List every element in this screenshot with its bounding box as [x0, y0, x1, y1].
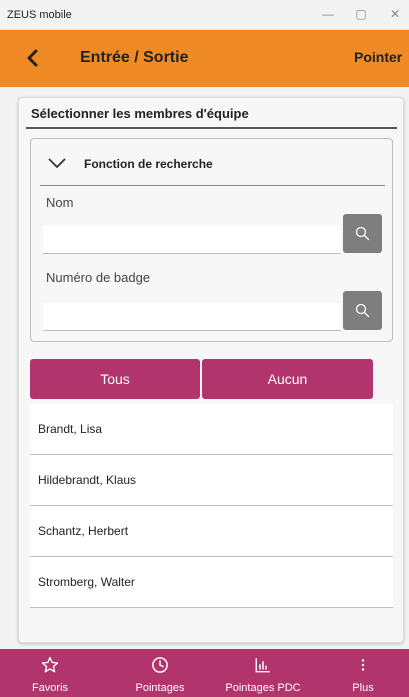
list-item[interactable]: Hildebrandt, Klaus [30, 455, 393, 506]
pointer-button[interactable]: Pointer [354, 49, 402, 65]
member-list: Brandt, Lisa Hildebrandt, Klaus Schantz,… [30, 404, 393, 608]
page-title: Entrée / Sortie [80, 49, 189, 66]
nav-pointages-label: Pointages [135, 682, 185, 694]
chevron-down-icon [48, 158, 66, 168]
nav-plus-label: Plus [352, 682, 374, 694]
badge-input[interactable] [43, 303, 341, 331]
card-title: Sélectionner les membres d'équipe [31, 106, 249, 121]
bottom-navigation: Favoris Pointages Pointages PDC Plus [0, 649, 409, 697]
clock-icon [152, 657, 168, 673]
badge-search-button[interactable] [343, 291, 382, 330]
close-button[interactable]: ✕ [384, 4, 406, 24]
nav-pointages-pdc-label: Pointages PDC [225, 682, 301, 694]
nav-favoris[interactable]: Favoris [22, 649, 78, 697]
select-none-button[interactable]: Aucun [202, 359, 373, 399]
name-label: Nom [46, 195, 74, 210]
select-all-button[interactable]: Tous [30, 359, 200, 399]
back-arrow-icon [27, 49, 38, 67]
back-button[interactable] [22, 47, 44, 69]
minimize-button[interactable]: — [317, 4, 339, 24]
app-header: Entrée / Sortie Pointer [0, 30, 409, 87]
nav-pointages-pdc[interactable]: Pointages PDC [214, 649, 312, 697]
search-divider [40, 185, 385, 186]
list-item[interactable]: Schantz, Herbert [30, 506, 393, 557]
chart-icon [255, 658, 270, 673]
maximize-button[interactable]: ▢ [350, 4, 372, 24]
more-vertical-icon [361, 659, 365, 671]
badge-label: Numéro de badge [46, 270, 151, 285]
nav-pointages[interactable]: Pointages [128, 649, 192, 697]
search-icon [355, 303, 370, 318]
name-search-button[interactable] [343, 214, 382, 253]
search-toggle[interactable] [47, 155, 67, 171]
list-item[interactable]: Brandt, Lisa [30, 404, 393, 455]
list-item[interactable]: Stromberg, Walter [30, 557, 393, 608]
nav-favoris-label: Favoris [31, 682, 69, 694]
card-divider [26, 127, 397, 129]
app-name: ZEUS mobile [7, 9, 72, 21]
window-titlebar: ZEUS mobile — ▢ ✕ [0, 0, 409, 30]
star-icon [41, 656, 59, 673]
search-icon [355, 226, 370, 241]
search-panel-title: Fonction de recherche [84, 157, 213, 171]
nav-plus[interactable]: Plus [343, 649, 383, 697]
name-input[interactable] [43, 226, 341, 254]
